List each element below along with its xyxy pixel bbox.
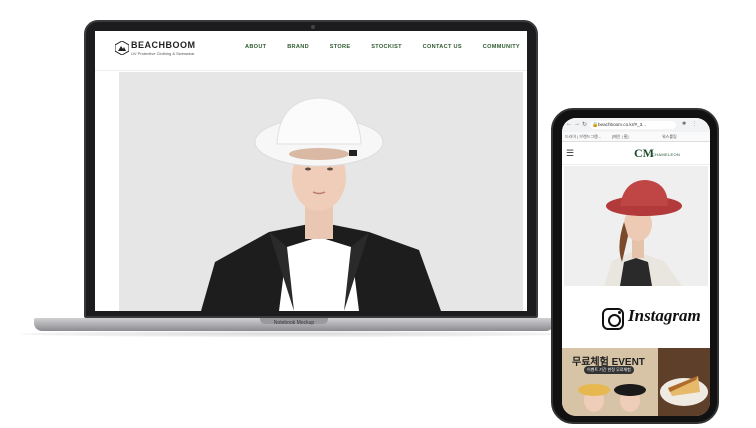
nav-item-about[interactable]: ABOUT (245, 44, 266, 50)
menu-icon[interactable]: ☰ (566, 148, 574, 159)
site-logo[interactable]: BEACHBOOM UV Protective Clothing & Swimw… (115, 39, 195, 61)
forward-icon[interactable]: → (574, 121, 580, 127)
camera-dot (311, 25, 315, 29)
bookmarks-bar: 드라이 | 브랜드그램... [메인 | 홈] 워스롤링 (562, 132, 710, 142)
mockup-label: Notebook Mockup (273, 320, 315, 326)
nav-item-contact-us[interactable]: CONTACT US (423, 44, 462, 50)
nav-item-store[interactable]: STORE (330, 44, 351, 50)
logo-text: BEACHBOOM (131, 40, 196, 50)
chameleon-logo[interactable]: CM (634, 146, 654, 161)
laptop-screen: BEACHBOOM UV Protective Clothing & Swimw… (95, 31, 527, 311)
mountain-logo-icon (115, 41, 129, 55)
event-models-illustration (578, 384, 646, 412)
menu-dots-icon[interactable]: ⋮ (692, 121, 697, 127)
event-banner[interactable]: 무료체험 EVENT 이벤트 기간 한정 무료체험 (562, 348, 658, 416)
reload-icon[interactable]: ↻ (582, 121, 587, 128)
extension-icon[interactable]: ✱ (682, 121, 686, 127)
back-icon[interactable]: ← (566, 121, 572, 127)
food-thumbnail[interactable] (658, 348, 710, 416)
browser-url-bar: ← → ↻ beachboom.co.kr/#_3... 🔒 ✱ ⋮ (562, 118, 710, 132)
nav-item-stockist[interactable]: STOCKIST (371, 44, 402, 50)
instagram-section[interactable]: Instagram (562, 286, 710, 348)
mobile-header: ☰ CM CHAMELEON (562, 143, 710, 165)
instagram-icon (602, 308, 624, 330)
bookmark-item[interactable]: [메인 | 홈] (612, 134, 629, 140)
lock-icon: 🔒 (592, 122, 599, 128)
laptop-mockup: BEACHBOOM UV Protective Clothing & Swimw… (84, 20, 538, 318)
address-input[interactable]: beachboom.co.kr/#_3... (590, 121, 676, 129)
cake-illustration (658, 348, 710, 416)
mobile-hero-image (564, 166, 708, 286)
logo-subtitle: UV Protective Clothing & Swimwear (131, 51, 195, 56)
laptop-base: Notebook Mockup (34, 318, 554, 331)
model-illustration (564, 166, 708, 286)
bookmark-item[interactable]: 워스롤링 (662, 134, 677, 140)
instagram-wordmark: Instagram (628, 306, 701, 325)
logo-subtitle: CHAMELEON (652, 152, 681, 157)
site-navbar: BEACHBOOM UV Protective Clothing & Swimw… (95, 31, 527, 71)
laptop-shadow (20, 331, 570, 337)
nav-item-brand[interactable]: BRAND (287, 44, 309, 50)
nav-item-community[interactable]: COMMUNITY (483, 44, 520, 50)
hero-image (119, 72, 523, 311)
bookmark-item[interactable]: 드라이 | 브랜드그램... (565, 134, 601, 140)
nav-menu: ABOUT BRAND STORE STOCKIST CONTACT US CO… (245, 44, 520, 50)
phone-mockup: ← → ↻ beachboom.co.kr/#_3... 🔒 ✱ ⋮ 드라이 |… (551, 108, 719, 424)
phone-screen: ← → ↻ beachboom.co.kr/#_3... 🔒 ✱ ⋮ 드라이 |… (562, 118, 710, 416)
model-illustration (119, 72, 523, 311)
